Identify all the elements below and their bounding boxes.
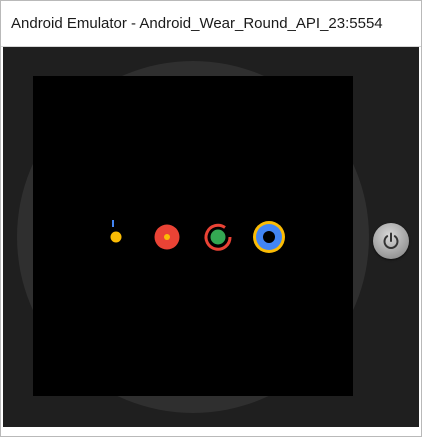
emulator-window: Android Emulator - Android_Wear_Round_AP… — [0, 0, 422, 437]
red-circle-center — [164, 234, 170, 240]
blue-circle-center — [263, 231, 275, 243]
green-circle — [210, 229, 226, 245]
power-button[interactable] — [373, 223, 409, 259]
power-icon — [383, 232, 399, 249]
watch-screen[interactable] — [33, 76, 353, 396]
emulator-body — [3, 47, 419, 427]
window-title: Android Emulator - Android_Wear_Round_AP… — [11, 15, 383, 32]
yellow-dot — [110, 231, 122, 243]
blue-tick — [112, 220, 114, 227]
boot-animation — [110, 220, 285, 253]
window-bottom-edge — [1, 427, 421, 436]
title-bar[interactable]: Android Emulator - Android_Wear_Round_AP… — [1, 1, 421, 47]
